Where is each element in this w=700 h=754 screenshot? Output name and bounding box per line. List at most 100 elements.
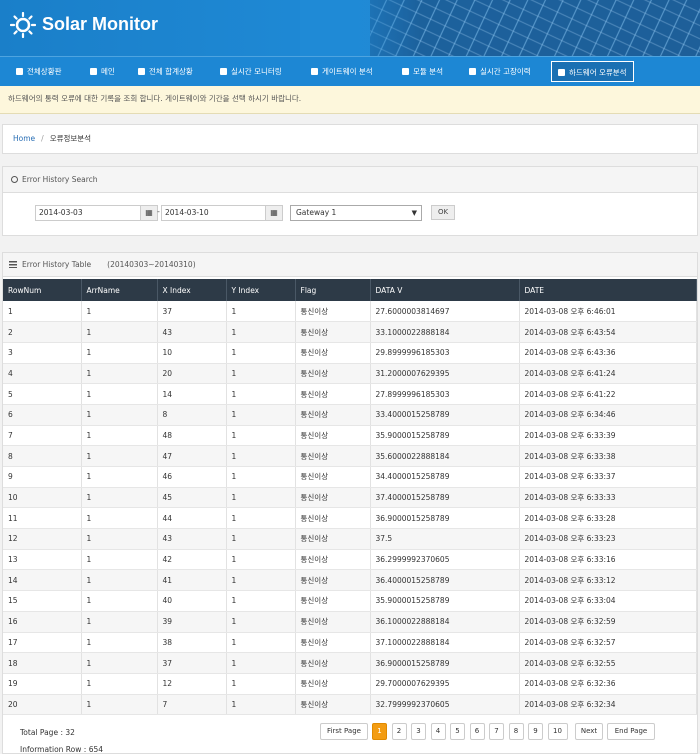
error-history-table: RowNum ArrName X Index Y Index Flag DATA…: [3, 279, 697, 716]
nav-item-realtime-fault-history[interactable]: 실시간 고장이력: [463, 61, 537, 82]
error-history-search-panel: Error History Search 2014-03-03 ▦ - 2014…: [2, 166, 698, 236]
table-cell: 37.1000022888184: [370, 632, 520, 654]
table-cell: 1: [81, 673, 158, 695]
sun-icon: [10, 12, 36, 38]
nav-item-main[interactable]: 메인: [84, 61, 121, 82]
nav-item-realtime-monitoring[interactable]: 실시간 모니터링: [214, 61, 288, 82]
table-cell: 5: [3, 383, 82, 405]
table-cell: 1: [226, 445, 296, 467]
page-5-button[interactable]: 5: [450, 723, 465, 740]
column-header[interactable]: ArrName: [81, 279, 158, 301]
table-cell: 18: [3, 652, 82, 674]
table-cell: 35.9000015258789: [370, 425, 520, 447]
first-page-button[interactable]: First Page: [320, 723, 368, 740]
column-header[interactable]: Y Index: [226, 279, 296, 301]
page-4-button[interactable]: 4: [430, 723, 446, 740]
nav-item-gateway-analysis[interactable]: 게이트웨이 분석: [305, 61, 379, 82]
table-cell: 통신이상: [295, 652, 371, 674]
page-8-button[interactable]: 8: [508, 723, 524, 740]
table-cell: 1: [226, 652, 296, 674]
column-header[interactable]: DATE: [519, 279, 697, 301]
table-cell: 통신이상: [295, 507, 371, 530]
table-cell: 1: [81, 487, 158, 509]
table-cell: 1: [81, 632, 158, 654]
table-cell: 1: [226, 363, 296, 385]
from-calendar-icon[interactable]: ▦: [140, 205, 158, 221]
table-cell: 통신이상: [295, 549, 371, 571]
table-cell: 1: [226, 425, 296, 447]
table-cell: 36.1000022888184: [370, 611, 520, 633]
column-header[interactable]: X Index: [157, 279, 227, 301]
column-header[interactable]: Flag: [295, 279, 371, 301]
table-cell: 33.1000022888184: [370, 321, 520, 343]
next-page-button[interactable]: Next: [575, 723, 603, 740]
table-cell: 1: [226, 487, 296, 509]
information-row-label: Information Row : 654: [20, 745, 104, 754]
table-cell: 37: [157, 301, 227, 323]
table-cell: 2014-03-08 오후 6:32:57: [519, 632, 697, 654]
table-cell: 31.2000007629395: [370, 363, 520, 385]
table-cell: 40: [157, 590, 227, 612]
table-cell: 1: [81, 301, 158, 323]
table-cell: 1: [226, 383, 296, 405]
page-2-button[interactable]: 2: [391, 723, 407, 740]
table-cell: 37.5: [370, 528, 520, 550]
table-cell: 47: [157, 445, 227, 467]
table-cell: 통신이상: [295, 342, 371, 364]
end-page-button[interactable]: End Page: [607, 723, 655, 740]
table-cell: 1: [81, 404, 158, 426]
column-header[interactable]: DATA V: [370, 279, 520, 301]
nav-item-dashboard[interactable]: 전체상황판: [10, 61, 68, 82]
nav-item-total-summary[interactable]: 전체 합계상황: [132, 61, 199, 82]
table-cell: 1: [81, 528, 158, 550]
list-icon: [9, 261, 17, 268]
breadcrumb-home-link[interactable]: Home: [13, 134, 35, 143]
from-date-input[interactable]: 2014-03-03: [35, 205, 141, 221]
table-row: 16 1 39 1 통신이상 36.1000022888184 2014-03-08 오후 …: [3, 611, 697, 633]
gateway-select[interactable]: Gateway 1 ▼: [290, 205, 422, 221]
table-cell: 통신이상: [295, 321, 371, 343]
chevron-down-icon: ▼: [411, 209, 417, 217]
table-cell: 통신이상: [295, 694, 371, 716]
table-cell: 통신이상: [295, 425, 371, 447]
page-1-button[interactable]: 1: [372, 723, 387, 740]
page-7-button[interactable]: 7: [489, 723, 504, 740]
home-icon: [90, 68, 97, 75]
nav-item-module-analysis[interactable]: 모듈 분석: [396, 61, 449, 82]
table-cell: 1: [81, 445, 158, 467]
table-cell: 19: [3, 673, 82, 695]
page-10-button[interactable]: 10: [547, 723, 568, 740]
page-6-button[interactable]: 6: [469, 723, 485, 740]
cluster-icon: [469, 68, 476, 75]
to-calendar-icon[interactable]: ▦: [265, 205, 283, 221]
table-cell: 29.7000007629395: [370, 673, 520, 695]
table-panel-header: Error History Table (20140303~20140310): [3, 253, 697, 277]
table-cell: 9: [3, 466, 82, 488]
external-link-icon: [558, 69, 565, 76]
table-cell: 35.9000015258789: [370, 590, 520, 612]
table-row: 14 1 41 1 통신이상 36.4000015258789 2014-03-08 오후 …: [3, 569, 697, 592]
table-cell: 45: [157, 487, 227, 509]
table-cell: 2014-03-08 오후 6:32:34: [519, 694, 697, 716]
video-icon: [220, 68, 227, 75]
page-9-button[interactable]: 9: [528, 723, 543, 740]
nav-item-hardware-error-analysis[interactable]: 하드웨어 오류분석: [551, 61, 634, 82]
table-cell: 통신이상: [295, 590, 371, 612]
table-cell: 39: [157, 611, 227, 633]
table-cell: 2014-03-08 오후 6:32:55: [519, 652, 697, 674]
ok-button[interactable]: OK: [431, 205, 455, 220]
table-cell: 7: [3, 425, 82, 447]
table-row: 2 1 43 1 통신이상 33.1000022888184 2014-03-08 오후 6…: [3, 321, 697, 343]
table-row: 11 1 44 1 통신이상 36.9000015258789 2014-03-08 오후 …: [3, 507, 697, 530]
to-date-input[interactable]: 2014-03-10: [161, 205, 266, 221]
table-row: 15 1 40 1 통신이상 35.9000015258789 2014-03-08 오후 …: [3, 590, 697, 612]
table-cell: 48: [157, 425, 227, 447]
column-header[interactable]: RowNum: [3, 279, 82, 301]
home-icon: [16, 68, 23, 75]
table-cell: 10: [3, 487, 82, 509]
date-range-dash: -: [157, 207, 160, 216]
table-cell: 통신이상: [295, 673, 371, 695]
page-3-button[interactable]: 3: [411, 723, 426, 740]
table-row: 10 1 45 1 통신이상 37.4000015258789 2014-03-08 오후 …: [3, 487, 697, 509]
table-cell: 1: [81, 569, 158, 592]
